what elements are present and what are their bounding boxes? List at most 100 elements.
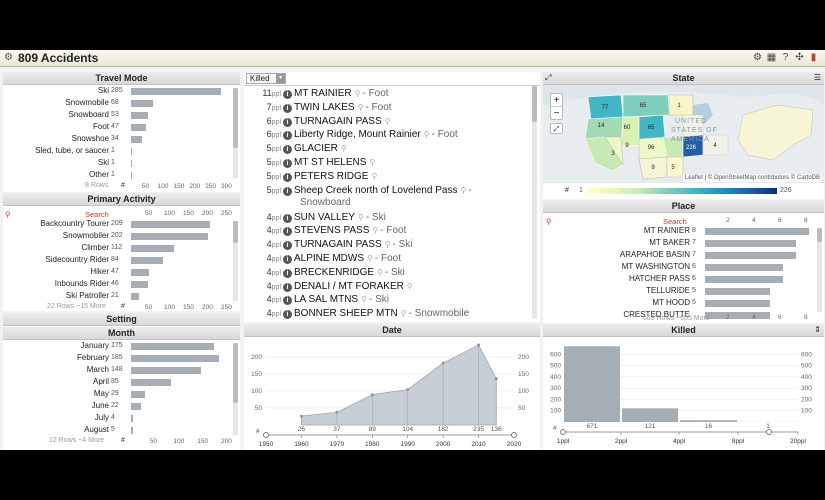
- info-icon[interactable]: i: [283, 227, 292, 237]
- settings-icon[interactable]: ⚙: [752, 52, 763, 64]
- table-icon[interactable]: ▦: [766, 52, 777, 64]
- month-row-label[interactable]: May: [3, 389, 109, 399]
- month-row-bar[interactable]: [131, 415, 133, 422]
- place-row-label[interactable]: ARAPAHOE BASIN: [543, 250, 690, 260]
- killed-list-row[interactable]: 4ppl i LA SAL MTNS ⚲ - Ski: [244, 293, 529, 307]
- primary_activity-row-bar[interactable]: [131, 257, 163, 264]
- place-search[interactable]: Search: [663, 217, 687, 226]
- travel_mode-row-bar[interactable]: [131, 112, 148, 119]
- killed-list-scrollbar[interactable]: [532, 86, 537, 318]
- info-icon[interactable]: i: [283, 159, 292, 168]
- zoom-out-button[interactable]: −: [551, 107, 562, 120]
- travel_mode-row-bar[interactable]: [131, 136, 142, 143]
- travel_mode-row-bar[interactable]: [131, 160, 132, 167]
- fullscreen-map-button[interactable]: ⤢: [550, 123, 563, 134]
- sort-dropdown[interactable]: Killed ▾: [246, 73, 286, 84]
- place-row-label[interactable]: MT RAINIER: [543, 226, 690, 236]
- month-row-bar[interactable]: [131, 367, 202, 374]
- search-icon[interactable]: ⚲: [546, 217, 552, 226]
- place-row-label[interactable]: MT HOOD: [543, 298, 690, 308]
- info-icon[interactable]: i: [283, 241, 292, 251]
- travel_mode-row-label[interactable]: Other: [3, 170, 109, 180]
- primary_activity-row-label[interactable]: Hiker: [3, 267, 109, 277]
- travel_mode-row-bar[interactable]: [131, 124, 146, 131]
- primary_activity-row-bar[interactable]: [131, 269, 149, 276]
- killed-list-row[interactable]: 6ppl i TURNAGAIN PASS ⚲: [244, 115, 529, 129]
- month-row-label[interactable]: July: [3, 413, 109, 423]
- travel_mode-row-bar[interactable]: [131, 148, 132, 155]
- killed-list-row[interactable]: 4ppl i BONNER SHEEP MTN ⚲ - Snowmobile: [244, 307, 529, 321]
- month-row-label[interactable]: August: [3, 425, 109, 435]
- zoom-in-button[interactable]: +: [551, 94, 562, 107]
- place-row-bar[interactable]: [705, 276, 783, 283]
- travel_mode-row-label[interactable]: Snowmobile: [3, 98, 109, 108]
- travel_mode-row-bar[interactable]: [131, 88, 222, 95]
- bookmark-icon[interactable]: ▮: [808, 52, 819, 64]
- info-icon[interactable]: i: [283, 103, 292, 113]
- killed-list-row[interactable]: 4ppl i ALPINE MDWS ⚲ - Foot: [244, 252, 529, 266]
- month-row-bar[interactable]: [131, 391, 145, 398]
- sort-icon[interactable]: ⇕: [814, 325, 821, 334]
- travel_mode-row-label[interactable]: Snowboard: [3, 110, 109, 120]
- month-row-bar[interactable]: [131, 427, 134, 434]
- month-row-bar[interactable]: [131, 379, 172, 386]
- killed-list-row[interactable]: 5ppl i MT ST HELENS ⚲: [244, 156, 529, 170]
- killed-list-row[interactable]: 4ppl i BRECKENRIDGE ⚲ - Ski: [244, 266, 529, 280]
- primary_activity-row-label[interactable]: Sidecountry Rider: [3, 255, 109, 265]
- killed-list-row[interactable]: 7ppl i TWIN LAKES ⚲ - Foot: [244, 101, 529, 115]
- month-row-label[interactable]: February: [3, 353, 109, 363]
- place-row-label[interactable]: TELLURIDE: [543, 286, 690, 296]
- place-row-label[interactable]: MT BAKER: [543, 238, 690, 248]
- killed-list-row[interactable]: 6ppl i Liberty Ridge, Mount Rainier ⚲ - Foot: [244, 128, 529, 142]
- place-row-bar[interactable]: [705, 240, 796, 247]
- primary_activity-row-label[interactable]: Backcountry Tourer: [3, 219, 109, 229]
- month-row-label[interactable]: June: [3, 401, 109, 411]
- setting-title[interactable]: Setting: [3, 313, 240, 326]
- primary_activity-row-bar[interactable]: [131, 221, 211, 228]
- travel_mode-row-label[interactable]: Ski: [3, 158, 109, 168]
- primary_activity-row-bar[interactable]: [131, 281, 149, 288]
- travel_mode-row-label[interactable]: Snowshoe: [3, 134, 109, 144]
- info-icon[interactable]: i: [283, 117, 292, 127]
- place-row-bar[interactable]: [705, 252, 796, 259]
- killed-list-row[interactable]: 11ppl i MT RAINIER ⚲ - Foot: [244, 87, 529, 101]
- primary_activity-row-bar[interactable]: [131, 293, 139, 300]
- place-scrollbar[interactable]: [817, 228, 822, 312]
- info-icon[interactable]: i: [283, 268, 292, 278]
- month-row-label[interactable]: April: [3, 377, 109, 387]
- primary_activity-row-label[interactable]: Snowmobiler: [3, 231, 109, 241]
- info-icon[interactable]: i: [283, 145, 292, 155]
- travel_mode-row-label[interactable]: Ski: [3, 86, 109, 96]
- place-row-bar[interactable]: [705, 264, 783, 271]
- month-row-bar[interactable]: [131, 403, 142, 410]
- fullscreen-icon[interactable]: ✣: [794, 52, 805, 64]
- primary_activity-row-bar[interactable]: [131, 233, 208, 240]
- killed-list-row[interactable]: 4ppl i DENALI / MT FORAKER ⚲: [244, 280, 529, 294]
- month-row-label[interactable]: January: [3, 341, 109, 351]
- travel-mode-scrollbar[interactable]: [233, 88, 238, 178]
- place-row-label[interactable]: MT WASHINGTON: [543, 262, 690, 272]
- primary-activity-search[interactable]: Search: [85, 210, 109, 219]
- travel_mode-row-label[interactable]: Sled, tube, or saucer: [3, 146, 109, 156]
- map-view[interactable]: UNITED STATES OF AMERICA 77 65 1 14 60 65 9 96 2…: [543, 85, 824, 183]
- help-icon[interactable]: ?: [780, 52, 791, 64]
- menu-icon[interactable]: ☰: [814, 73, 821, 82]
- info-icon[interactable]: i: [283, 131, 292, 141]
- info-icon[interactable]: i: [283, 172, 292, 182]
- info-icon[interactable]: i: [283, 186, 292, 196]
- info-icon[interactable]: i: [283, 213, 292, 223]
- primary_activity-row-label[interactable]: Inbounds Rider: [3, 279, 109, 289]
- killed-list-row[interactable]: 4ppl i TURNAGAIN PASS ⚲ - Ski: [244, 238, 529, 252]
- place-row-label[interactable]: HATCHER PASS: [543, 274, 690, 284]
- info-icon[interactable]: i: [283, 255, 292, 264]
- travel_mode-row-bar[interactable]: [131, 172, 132, 179]
- place-row-bar[interactable]: [705, 312, 770, 319]
- place-row-bar[interactable]: [705, 300, 770, 307]
- primary_activity-row-label[interactable]: Ski Patroller: [3, 291, 109, 301]
- place-row-bar[interactable]: [705, 228, 809, 235]
- travel_mode-row-bar[interactable]: [131, 100, 153, 107]
- killed-list-row[interactable]: 4ppl i SUN VALLEY ⚲ - Ski: [244, 211, 529, 225]
- month-row-bar[interactable]: [131, 355, 219, 362]
- place-row-bar[interactable]: [705, 288, 770, 295]
- primary_activity-row-label[interactable]: Climber: [3, 243, 109, 253]
